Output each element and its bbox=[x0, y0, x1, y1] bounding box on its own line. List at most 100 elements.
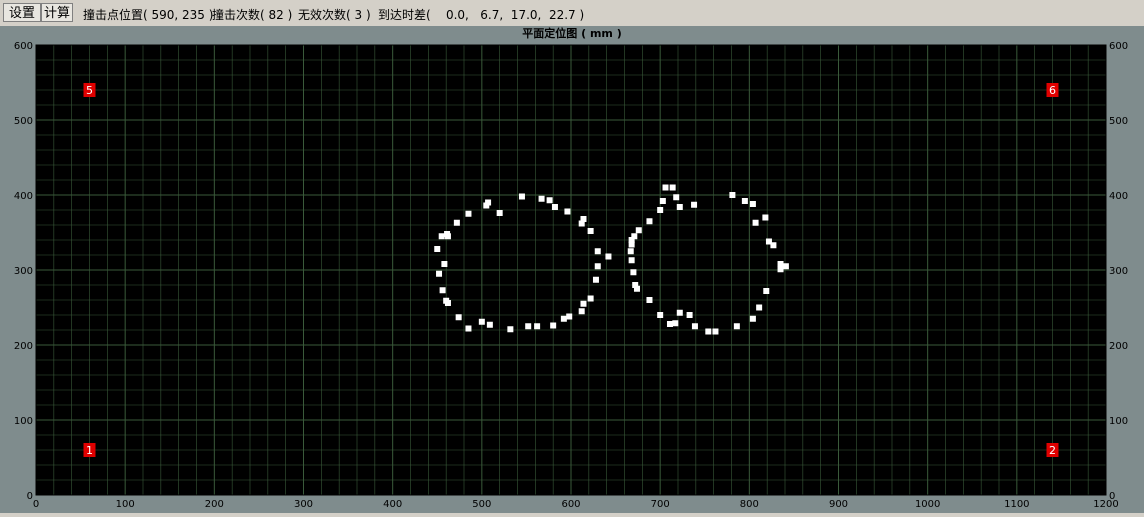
x-tick-label: 300 bbox=[294, 499, 313, 510]
sensor-label: 1 bbox=[86, 444, 93, 457]
sensor-label: 6 bbox=[1049, 84, 1056, 97]
application-window: 设置 计算 撞击点位置( 590, 235 ) 撞击次数( 82 ) 无效次数(… bbox=[0, 0, 1144, 513]
y-tick-label-left: 100 bbox=[14, 416, 33, 427]
impact-point bbox=[756, 304, 763, 311]
impact-point bbox=[752, 219, 759, 226]
impact-point bbox=[763, 288, 770, 294]
impact-point bbox=[712, 328, 719, 335]
x-tick-label: 700 bbox=[651, 499, 670, 510]
impact-point bbox=[560, 315, 567, 322]
impact-point bbox=[434, 246, 441, 252]
impact-point bbox=[518, 193, 525, 200]
impact-point bbox=[439, 287, 446, 294]
impact-point bbox=[525, 323, 532, 330]
impact-point bbox=[594, 248, 601, 255]
x-tick-label: 1100 bbox=[1004, 499, 1029, 510]
y-tick-label-right: 400 bbox=[1109, 191, 1128, 202]
x-tick-label: 200 bbox=[205, 499, 224, 510]
impact-point bbox=[627, 248, 634, 255]
impact-point bbox=[646, 218, 653, 225]
impact-point bbox=[749, 315, 756, 322]
impact-point bbox=[605, 253, 612, 260]
impact-point bbox=[486, 321, 493, 328]
impact-point bbox=[686, 312, 693, 318]
impact-point bbox=[550, 322, 557, 329]
impact-point bbox=[741, 198, 748, 204]
impact-point bbox=[444, 233, 451, 240]
impact-point bbox=[587, 228, 594, 234]
impact-point bbox=[587, 295, 594, 302]
x-tick-label: 0 bbox=[33, 499, 39, 510]
invalid-count-text: 无效次数( 3 ) bbox=[298, 8, 371, 22]
x-tick-label: 400 bbox=[383, 499, 402, 510]
impact-point bbox=[635, 227, 642, 234]
impact-point bbox=[669, 184, 676, 191]
impact-point bbox=[441, 261, 448, 267]
impact-point bbox=[436, 270, 443, 277]
location-chart: 平面定位图 ( mm ) 0 100 200 300 400 500 600 700 800 90… bbox=[0, 26, 1144, 513]
impact-point bbox=[465, 210, 472, 217]
x-tick-label: 600 bbox=[561, 499, 580, 510]
y-tick-label-left: 500 bbox=[14, 116, 33, 127]
impact-point bbox=[443, 297, 450, 304]
y-tick-label-left: 400 bbox=[14, 191, 33, 202]
impact-point bbox=[729, 192, 736, 198]
impact-point bbox=[592, 276, 599, 283]
impact-point bbox=[659, 198, 666, 204]
impact-point bbox=[770, 242, 777, 249]
impact-point bbox=[632, 282, 639, 288]
impact-point bbox=[672, 320, 679, 327]
impact-point bbox=[438, 233, 445, 240]
impact-point bbox=[538, 195, 545, 202]
y-tick-label-right: 300 bbox=[1109, 266, 1128, 277]
impact-point bbox=[733, 323, 740, 330]
y-tick-label-left: 600 bbox=[14, 41, 33, 52]
y-tick-label-right: 200 bbox=[1109, 341, 1128, 352]
x-tick-label: 100 bbox=[116, 499, 135, 510]
impact-count-text: 撞击次数( 82 ) bbox=[212, 8, 293, 22]
impact-point bbox=[566, 313, 573, 320]
sensor-label: 2 bbox=[1049, 444, 1056, 457]
impact-point bbox=[777, 266, 784, 273]
x-tick-label: 500 bbox=[472, 499, 491, 510]
plot-area: 平面定位图 ( mm ) 0 100 200 300 400 500 600 700 800 90… bbox=[0, 26, 1144, 513]
impact-point bbox=[646, 297, 653, 303]
x-tick-label: 1000 bbox=[915, 499, 940, 510]
impact-point bbox=[762, 214, 769, 221]
impact-point bbox=[657, 207, 664, 213]
settings-button[interactable]: 设置 bbox=[3, 3, 41, 22]
toolbar: 设置 计算 撞击点位置( 590, 235 ) 撞击次数( 82 ) 无效次数(… bbox=[0, 0, 1144, 26]
impact-point bbox=[580, 216, 587, 222]
impact-point bbox=[455, 314, 462, 321]
calculate-button[interactable]: 计算 bbox=[41, 3, 73, 22]
impact-point bbox=[657, 312, 664, 318]
impact-point bbox=[578, 308, 585, 315]
y-tick-label-left: 300 bbox=[14, 266, 33, 277]
impact-point bbox=[546, 197, 553, 204]
impact-point bbox=[631, 233, 638, 240]
chart-title: 平面定位图 ( mm ) bbox=[522, 26, 621, 40]
impact-point bbox=[551, 204, 558, 210]
impact-point bbox=[534, 323, 541, 330]
impact-point bbox=[749, 201, 756, 207]
x-tick-label: 800 bbox=[740, 499, 759, 510]
impact-point bbox=[630, 269, 637, 276]
impact-point bbox=[628, 257, 635, 264]
impact-point bbox=[564, 208, 571, 215]
impact-point bbox=[496, 210, 503, 216]
impact-position-text: 撞击点位置( 590, 235 ) bbox=[83, 8, 214, 22]
y-tick-label-right: 100 bbox=[1109, 416, 1128, 427]
impact-point bbox=[465, 325, 472, 332]
impact-point bbox=[580, 300, 587, 307]
impact-point bbox=[782, 263, 789, 270]
x-tick-label: 900 bbox=[829, 499, 848, 510]
impact-point bbox=[666, 321, 673, 327]
impact-point bbox=[453, 219, 460, 226]
impact-point bbox=[705, 328, 712, 335]
impact-point bbox=[662, 184, 669, 191]
impact-point bbox=[478, 318, 485, 325]
sensor-label: 5 bbox=[86, 84, 93, 97]
y-tick-label-right: 600 bbox=[1109, 41, 1128, 52]
impact-point bbox=[691, 201, 698, 208]
y-tick-label-right: 0 bbox=[1109, 491, 1115, 502]
